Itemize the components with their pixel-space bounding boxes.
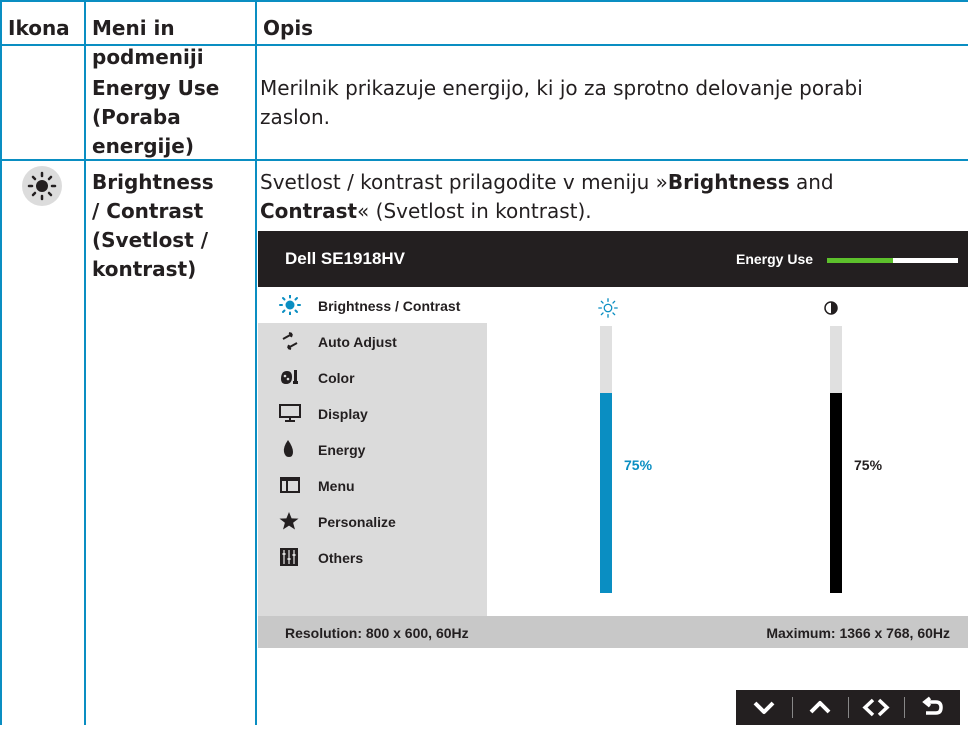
menu-label: Others bbox=[318, 550, 364, 566]
row2-desc-line2: Contrast« (Svetlost in kontrast). bbox=[260, 197, 834, 226]
energy-use-bar bbox=[827, 258, 958, 263]
row2-menu-line: (Svetlost / bbox=[92, 228, 209, 252]
left-right-button[interactable] bbox=[848, 690, 904, 725]
menu-label: Color bbox=[318, 370, 355, 386]
osd-model: Dell SE1918HV bbox=[285, 249, 406, 268]
down-arrow-icon bbox=[753, 701, 775, 714]
left-right-arrows-icon bbox=[862, 698, 890, 717]
row1-desc-line: zaslon. bbox=[260, 105, 330, 129]
header-desc-col: Opis bbox=[263, 16, 314, 40]
osd-nav-bar bbox=[736, 690, 960, 725]
row1-desc-line: Merilnik prikazuje energijo, ki jo za sp… bbox=[260, 76, 863, 100]
down-button[interactable] bbox=[736, 690, 792, 725]
menu-label: Brightness / Contrast bbox=[318, 298, 461, 314]
menu-label: Personalize bbox=[318, 514, 396, 530]
menu-item-menu[interactable]: Menu bbox=[258, 467, 487, 503]
contrast-value: 75% bbox=[854, 457, 883, 473]
header-menu-line2: podmeniji bbox=[92, 45, 204, 69]
osd-content: 75% 75% bbox=[487, 287, 968, 616]
row2-desc-line1: Svetlost / kontrast prilagodite v meniju… bbox=[260, 168, 834, 197]
desc-text: and bbox=[789, 170, 834, 194]
table-divider-col1 bbox=[84, 0, 86, 725]
resolution-text: Resolution: 800 x 600, 60Hz bbox=[285, 625, 469, 641]
menu-label: Auto Adjust bbox=[318, 334, 397, 350]
row2-menu: Brightness / Contrast (Svetlost / kontra… bbox=[92, 168, 214, 284]
star-icon bbox=[279, 512, 299, 530]
osd-menu: Dell SE1918HV Energy Use Brightness / Co… bbox=[258, 231, 968, 648]
row2-menu-line: kontrast) bbox=[92, 257, 197, 281]
menu-icon bbox=[280, 477, 300, 493]
table-border-left bbox=[0, 0, 2, 725]
row1-desc: Merilnik prikazuje energijo, ki jo za sp… bbox=[260, 74, 863, 132]
table-divider-col2 bbox=[255, 0, 257, 725]
up-button[interactable] bbox=[792, 690, 848, 725]
energy-use-fill bbox=[827, 258, 893, 263]
up-arrow-icon bbox=[809, 701, 831, 714]
row1-menu: Energy Use (Poraba energije) bbox=[92, 74, 219, 161]
desc-bold: Brightness bbox=[667, 170, 790, 194]
auto-adjust-icon bbox=[282, 332, 298, 350]
brightness-icon bbox=[279, 295, 301, 315]
header-menu-col: Meni in podmeniji bbox=[92, 14, 204, 72]
desc-bold: Contrast bbox=[260, 199, 358, 223]
menu-label: Display bbox=[318, 406, 368, 422]
brightness-icon bbox=[22, 166, 62, 206]
menu-item-brightness-contrast[interactable]: Brightness / Contrast bbox=[258, 287, 487, 323]
row1-menu-line: energije) bbox=[92, 134, 194, 158]
contrast-slider[interactable] bbox=[830, 326, 842, 593]
row1-menu-line: Energy Use bbox=[92, 76, 220, 100]
energy-use-label: Energy Use bbox=[736, 251, 814, 267]
table-border-top bbox=[0, 0, 968, 2]
row1-menu-line: (Poraba bbox=[92, 105, 181, 129]
desc-text: Svetlost / kontrast prilagodite v meniju… bbox=[260, 170, 668, 194]
brightness-slider[interactable] bbox=[600, 326, 612, 593]
display-icon bbox=[279, 404, 301, 422]
back-icon bbox=[922, 696, 943, 715]
menu-item-auto-adjust[interactable]: Auto Adjust bbox=[258, 323, 487, 359]
menu-item-personalize[interactable]: Personalize bbox=[258, 503, 487, 539]
osd-menu-list: Brightness / Contrast Auto Adjust Color bbox=[258, 287, 487, 616]
brightness-icon bbox=[598, 298, 618, 318]
row2-desc: Svetlost / kontrast prilagodite v meniju… bbox=[260, 168, 834, 226]
contrast-icon bbox=[824, 301, 838, 315]
others-icon bbox=[280, 548, 298, 566]
header-icon-col: Ikona bbox=[8, 16, 70, 40]
color-icon bbox=[281, 370, 298, 384]
row2-menu-line: Brightness bbox=[92, 170, 214, 194]
desc-text: « (Svetlost in kontrast). bbox=[357, 199, 592, 223]
menu-item-color[interactable]: Color bbox=[258, 359, 487, 395]
contrast-slider-fill bbox=[830, 392, 842, 593]
osd-header: Dell SE1918HV Energy Use bbox=[258, 231, 968, 287]
menu-label: Energy bbox=[318, 442, 366, 458]
menu-item-display[interactable]: Display bbox=[258, 395, 487, 431]
maximum-resolution-text: Maximum: 1366 x 768, 60Hz bbox=[766, 625, 950, 641]
header-menu-line1: Meni in bbox=[92, 16, 175, 40]
brightness-slider-fill bbox=[600, 392, 612, 593]
menu-item-energy[interactable]: Energy bbox=[258, 431, 487, 467]
energy-icon bbox=[283, 440, 293, 457]
menu-item-others[interactable]: Others bbox=[258, 539, 487, 575]
osd-footer: Resolution: 800 x 600, 60Hz Maximum: 136… bbox=[258, 616, 968, 648]
row2-menu-line: / Contrast bbox=[92, 199, 204, 223]
back-button[interactable] bbox=[904, 690, 960, 725]
menu-label: Menu bbox=[318, 478, 355, 494]
brightness-value: 75% bbox=[624, 457, 653, 473]
